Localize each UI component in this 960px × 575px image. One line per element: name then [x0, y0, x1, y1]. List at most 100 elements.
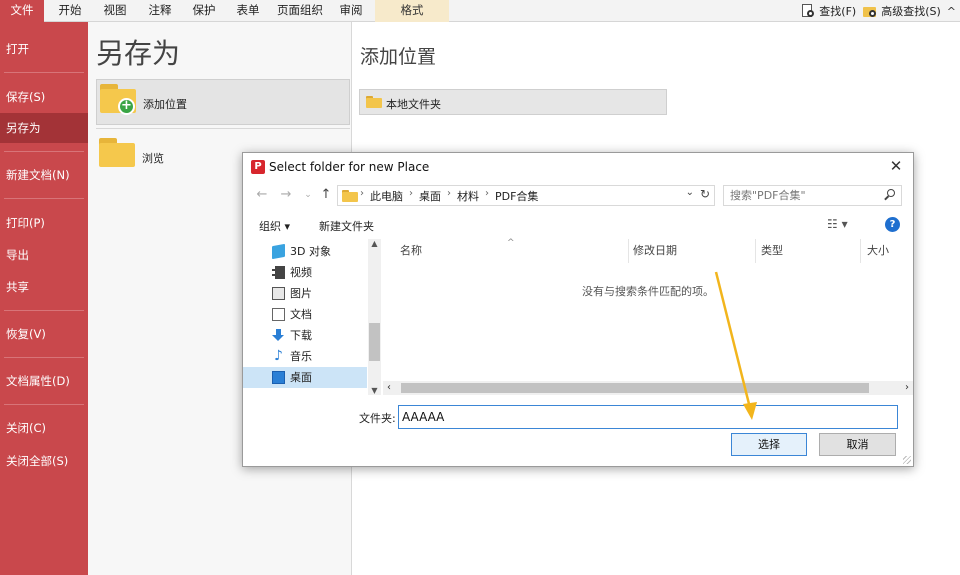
column-modified[interactable]: 修改日期: [629, 239, 756, 263]
tree-item-videos[interactable]: 视频: [243, 262, 367, 283]
sort-caret-icon: ^: [507, 238, 515, 248]
breadcrumb-item[interactable]: 材料: [457, 188, 479, 204]
ribbon: 文件 开始 视图 注释 保护 表单 页面组织 审阅 格式 查找(F) 高级查找(…: [0, 0, 960, 22]
ribbon-collapse-icon[interactable]: ^: [947, 5, 956, 18]
tree-item-downloads[interactable]: 下载: [243, 325, 367, 346]
tab-form[interactable]: 表单: [228, 0, 268, 22]
browse-button[interactable]: 浏览: [96, 134, 216, 174]
recent-dropdown-icon[interactable]: ⌄: [299, 185, 317, 205]
back-arrow-icon[interactable]: ←: [253, 185, 271, 205]
tree-item-desktop[interactable]: 桌面: [243, 367, 367, 388]
tab-view[interactable]: 视图: [95, 0, 135, 22]
scroll-up-icon[interactable]: ▲: [368, 239, 381, 248]
tab-comment[interactable]: 注释: [140, 0, 180, 22]
tree-item-3d-objects[interactable]: 3D 对象: [243, 241, 367, 262]
view-options-icon[interactable]: ☷ ▾: [827, 217, 848, 231]
nav-recover[interactable]: 恢复(V): [0, 321, 88, 347]
tab-home[interactable]: 开始: [50, 0, 90, 22]
search-box[interactable]: [723, 185, 902, 206]
cancel-button[interactable]: 取消: [819, 433, 896, 456]
breadcrumb-item[interactable]: 桌面: [419, 188, 441, 204]
tab-file[interactable]: 文件: [0, 0, 44, 22]
desktop-icon: [272, 371, 285, 384]
local-folder-label: 本地文件夹: [386, 98, 441, 111]
column-type[interactable]: 类型: [756, 239, 861, 263]
tab-protect[interactable]: 保护: [184, 0, 224, 22]
tree-item-music[interactable]: ♪ 音乐: [243, 346, 367, 367]
tree-item-documents[interactable]: 文档: [243, 304, 367, 325]
nav-close[interactable]: 关闭(C): [0, 415, 88, 441]
forward-arrow-icon[interactable]: →: [277, 185, 295, 205]
horizontal-scrollbar[interactable]: ‹ ›: [383, 381, 913, 395]
picture-icon: [272, 287, 285, 300]
local-folder-button[interactable]: 本地文件夹: [359, 89, 667, 115]
tree-item-label: 视频: [290, 266, 312, 279]
folder-name-input[interactable]: [398, 405, 898, 429]
find-button[interactable]: 查找(F): [800, 3, 856, 19]
close-icon[interactable]: ✕: [887, 157, 905, 175]
search-icon[interactable]: [883, 188, 897, 202]
empty-message: 没有与搜索条件匹配的项。: [582, 285, 714, 298]
advanced-find-button[interactable]: 高级查找(S): [862, 3, 941, 19]
breadcrumb-item[interactable]: PDF合集: [495, 188, 538, 204]
document-icon: [272, 308, 285, 321]
nav-divider: [4, 357, 84, 358]
new-folder-button[interactable]: 新建文件夹: [319, 218, 374, 234]
tree-item-pictures[interactable]: 图片: [243, 283, 367, 304]
nav-divider: [4, 404, 84, 405]
breadcrumb-item[interactable]: 此电脑: [370, 188, 403, 204]
nav-new-document[interactable]: 新建文档(N): [0, 162, 88, 188]
nav-save-as[interactable]: 另存为: [0, 113, 88, 143]
tab-page-organize[interactable]: 页面组织: [270, 0, 330, 22]
scroll-left-icon[interactable]: ‹: [387, 381, 391, 395]
nav-divider: [4, 72, 84, 73]
nav-open[interactable]: 打开: [0, 36, 88, 62]
folder-icon: [366, 96, 382, 108]
refresh-icon[interactable]: ↻: [700, 187, 710, 201]
address-bar[interactable]: › 此电脑 › 桌面 › 材料 › PDF合集 ⌄ ↻: [337, 185, 715, 206]
column-size[interactable]: 大小: [861, 239, 913, 263]
resize-grip-icon[interactable]: [903, 456, 911, 464]
add-location-button[interactable]: + 添加位置: [96, 79, 350, 125]
find-label: 查找(F): [819, 5, 857, 18]
advanced-find-icon: [862, 3, 878, 19]
download-icon: [272, 329, 285, 342]
find-icon: [800, 3, 816, 19]
cube-icon: [272, 243, 285, 260]
nav-close-all[interactable]: 关闭全部(S): [0, 448, 88, 474]
scroll-down-icon[interactable]: ▼: [368, 386, 381, 395]
breadcrumb: › 此电脑 › 桌面 › 材料 › PDF合集: [360, 188, 538, 204]
video-icon: [272, 266, 285, 279]
chevron-right-icon: ›: [409, 188, 413, 199]
advanced-find-label: 高级查找(S): [881, 5, 941, 18]
scroll-right-icon[interactable]: ›: [905, 381, 909, 395]
nav-save[interactable]: 保存(S): [0, 84, 88, 110]
nav-divider: [4, 310, 84, 311]
folder-icon: [99, 138, 137, 168]
search-input[interactable]: [730, 188, 878, 203]
nav-export[interactable]: 导出: [0, 242, 88, 268]
organize-menu[interactable]: 组织 ▾: [259, 218, 290, 234]
nav-print[interactable]: 打印(P): [0, 210, 88, 236]
column-label: 名称: [400, 244, 422, 257]
scroll-thumb[interactable]: [401, 383, 869, 393]
tree-item-label: 文档: [290, 308, 312, 321]
tree-scrollbar[interactable]: ▲ ▼: [368, 239, 381, 395]
select-button[interactable]: 选择: [731, 433, 807, 456]
page-title: 另存为: [96, 37, 181, 70]
chevron-right-icon: ›: [447, 188, 451, 199]
chevron-down-icon[interactable]: ⌄: [686, 187, 694, 198]
nav-share[interactable]: 共享: [0, 274, 88, 300]
scroll-thumb[interactable]: [369, 323, 380, 361]
column-name[interactable]: ^ 名称: [383, 238, 629, 263]
up-arrow-icon[interactable]: ↑: [317, 185, 335, 205]
tab-review[interactable]: 审阅: [333, 0, 369, 22]
app-logo-icon: P: [251, 160, 265, 174]
help-icon[interactable]: ?: [885, 217, 900, 232]
tree-item-label: 3D 对象: [290, 245, 331, 258]
tab-format[interactable]: 格式: [375, 0, 449, 22]
chevron-right-icon: ›: [360, 188, 364, 199]
nav-doc-properties[interactable]: 文档属性(D): [0, 368, 88, 394]
folder-icon: [342, 190, 358, 202]
tree-item-label: 桌面: [290, 371, 312, 384]
